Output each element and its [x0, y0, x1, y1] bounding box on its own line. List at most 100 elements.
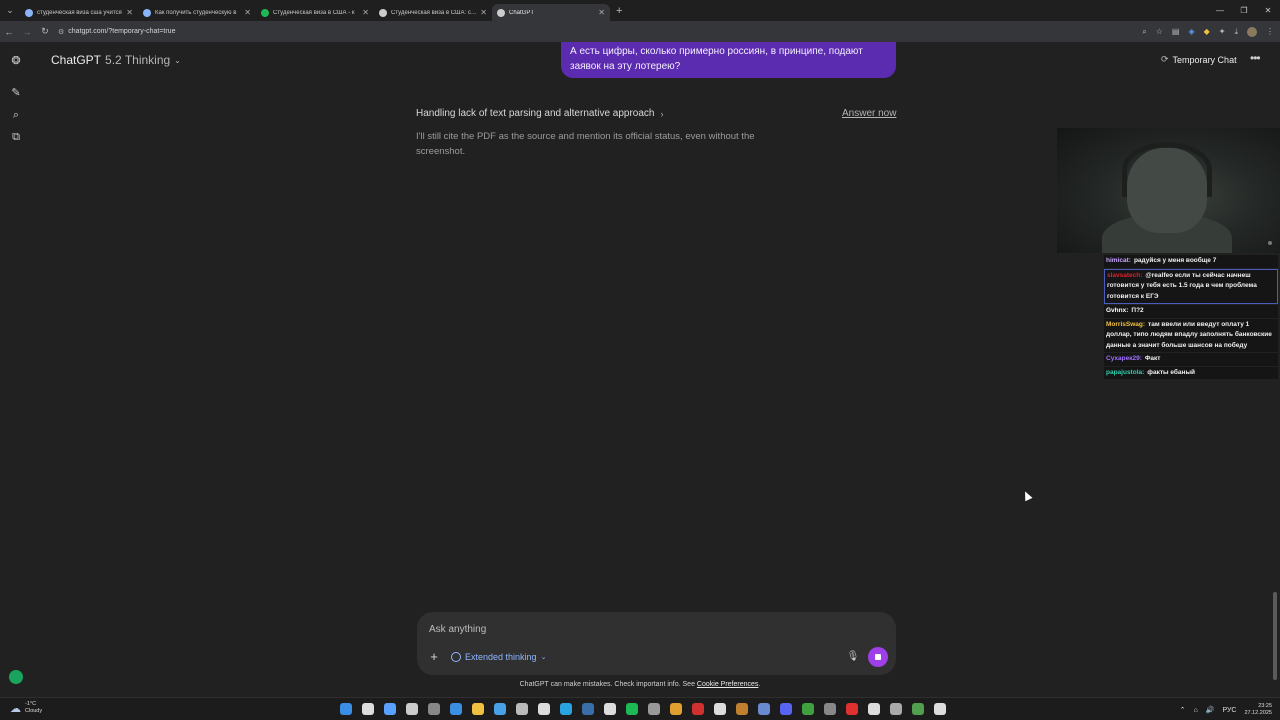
extended-thinking-button[interactable]: Extended thinking ⌄: [451, 650, 546, 664]
page-scrollbar[interactable]: [1273, 592, 1277, 680]
close-tab-icon[interactable]: ✕: [244, 8, 251, 17]
globe-icon[interactable]: [755, 701, 773, 717]
app-x-icon[interactable]: [689, 701, 707, 717]
minimize-icon[interactable]: —: [1208, 0, 1232, 21]
vscode-icon[interactable]: [447, 701, 465, 717]
download-icon[interactable]: ⤓: [1234, 27, 1238, 37]
new-tab-icon[interactable]: +: [616, 5, 622, 17]
mouse-icon[interactable]: [931, 701, 949, 717]
thinking-summary-toggle[interactable]: Handling lack of text parsing and altern…: [416, 108, 663, 119]
close-tab-icon[interactable]: ✕: [480, 8, 487, 17]
telegram-icon[interactable]: [557, 701, 575, 717]
browser-tab[interactable]: Как получить студенческую в ✕: [138, 4, 256, 21]
weather-widget[interactable]: ☁ -1°C Cloudy: [10, 701, 42, 715]
discord-icon[interactable]: [777, 701, 795, 717]
back-icon[interactable]: ←: [0, 27, 18, 37]
tab-search-icon[interactable]: ⌄: [0, 0, 20, 21]
yandex-icon[interactable]: [843, 701, 861, 717]
extensions-puzzle-icon[interactable]: ✦: [1219, 27, 1226, 36]
bookmark-star-icon[interactable]: ☆: [1156, 27, 1163, 36]
monitor-glyph: [823, 703, 836, 715]
stop-icon: [875, 654, 881, 660]
terminal-icon[interactable]: [403, 701, 421, 717]
answer-now-button[interactable]: Answer now: [842, 108, 896, 119]
console-icon[interactable]: [887, 701, 905, 717]
telegram-glyph: [559, 703, 572, 715]
prompt-input[interactable]: [429, 622, 829, 637]
chatgpt-glyph: [603, 703, 616, 715]
browser-tab[interactable]: Студенческая виза в США - к ✕: [256, 4, 374, 21]
tray-chevron-icon[interactable]: ⌃: [1180, 706, 1186, 714]
openai-logo-icon[interactable]: ❂: [8, 52, 24, 68]
volume-icon[interactable]: 🔊: [1206, 706, 1215, 714]
obs-glyph: [427, 703, 440, 715]
stop-generating-button[interactable]: [868, 647, 888, 667]
extension-icon[interactable]: ◈: [1188, 27, 1194, 36]
widgets-icon[interactable]: [381, 701, 399, 717]
cookie-preferences-link[interactable]: Cookie Preferences: [697, 681, 758, 688]
library-icon[interactable]: ⧉: [8, 129, 24, 145]
tab-favicon-icon: [497, 8, 505, 17]
browser-tab-active[interactable]: ChatGPT ✕: [492, 4, 610, 21]
search-page-icon[interactable]: ⌕: [1142, 27, 1146, 37]
steam-glyph: [581, 703, 594, 715]
github-icon[interactable]: [711, 701, 729, 717]
close-window-icon[interactable]: ✕: [1256, 0, 1280, 21]
steam-icon[interactable]: [579, 701, 597, 717]
tool-icon[interactable]: [513, 701, 531, 717]
folder-icon[interactable]: [733, 701, 751, 717]
search-icon[interactable]: [359, 701, 377, 717]
reload-icon[interactable]: ↻: [36, 26, 54, 37]
extension-icon[interactable]: ◆: [1204, 27, 1210, 36]
calendar-glyph: [537, 703, 550, 715]
chat-message: Сухарек29: Факт: [1104, 353, 1278, 366]
chatgpt-icon[interactable]: [601, 701, 619, 717]
hotkey-icon[interactable]: [865, 701, 883, 717]
add-attachment-icon[interactable]: +: [427, 650, 441, 664]
search-icon[interactable]: ⌕: [8, 107, 24, 123]
menu-dots-icon[interactable]: ⋮: [1266, 27, 1274, 36]
start-icon[interactable]: [337, 701, 355, 717]
site-info-icon[interactable]: ⚙: [58, 28, 64, 36]
sidebar-rail: ❂ ✎ ⌕ ⧉: [0, 42, 32, 697]
profile-avatar[interactable]: [1247, 26, 1257, 37]
extension-icon[interactable]: ▤: [1172, 27, 1180, 36]
console-glyph: [889, 703, 902, 715]
network-icon[interactable]: ⌂: [1193, 707, 1197, 714]
extension-toolbar: ⌕ ☆ ▤ ◈ ◆ ✦ ⤓ ⋮: [1142, 21, 1274, 42]
github-glyph: [713, 703, 726, 715]
language-indicator[interactable]: РУС: [1222, 707, 1236, 714]
chat-text: факты ебаный: [1147, 368, 1196, 376]
terminal-glyph: [405, 703, 418, 715]
tab-title: Студенческая виза в США: сам: [391, 9, 478, 16]
close-tab-icon[interactable]: ✕: [362, 8, 369, 17]
more-options-icon[interactable]: •••: [1250, 51, 1261, 65]
chat-text: П?2: [1131, 307, 1144, 314]
url-field[interactable]: ⚙ chatgpt.com/?temporary-chat=true: [58, 28, 175, 36]
forward-icon[interactable]: →: [18, 27, 36, 37]
microphone-icon[interactable]: 🎙: [846, 650, 860, 664]
tab-title: ChatGPT: [509, 9, 535, 16]
calendar-icon[interactable]: [535, 701, 553, 717]
temporary-chat-button[interactable]: ⟳ Temporary Chat: [1161, 54, 1237, 65]
new-chat-icon[interactable]: ✎: [8, 84, 24, 100]
close-tab-icon[interactable]: ✕: [598, 8, 605, 17]
monitor-icon[interactable]: [821, 701, 839, 717]
message-composer: + Extended thinking ⌄ 🎙: [417, 612, 896, 675]
model-selector[interactable]: ChatGPT 5.2 Thinking ⌄: [51, 53, 181, 67]
app-icon[interactable]: [645, 701, 663, 717]
explorer-icon[interactable]: [469, 701, 487, 717]
close-tab-icon[interactable]: ✕: [126, 8, 133, 17]
clock[interactable]: 23:25 27.12.2025: [1244, 703, 1272, 717]
browser-tab[interactable]: Студенческая виза в США: сам ✕: [374, 4, 492, 21]
browser-icon[interactable]: [909, 701, 927, 717]
obs-icon[interactable]: [425, 701, 443, 717]
store-icon[interactable]: [491, 701, 509, 717]
browser-tab[interactable]: студенческая виза сша учится ✕: [20, 4, 138, 21]
chrome-icon[interactable]: [667, 701, 685, 717]
spotify-icon[interactable]: [623, 701, 641, 717]
chat-username: slavsatech:: [1107, 271, 1143, 279]
url-text: chatgpt.com/?temporary-chat=true: [68, 28, 176, 35]
minecraft-icon[interactable]: [799, 701, 817, 717]
restore-icon[interactable]: ❐: [1232, 0, 1256, 21]
